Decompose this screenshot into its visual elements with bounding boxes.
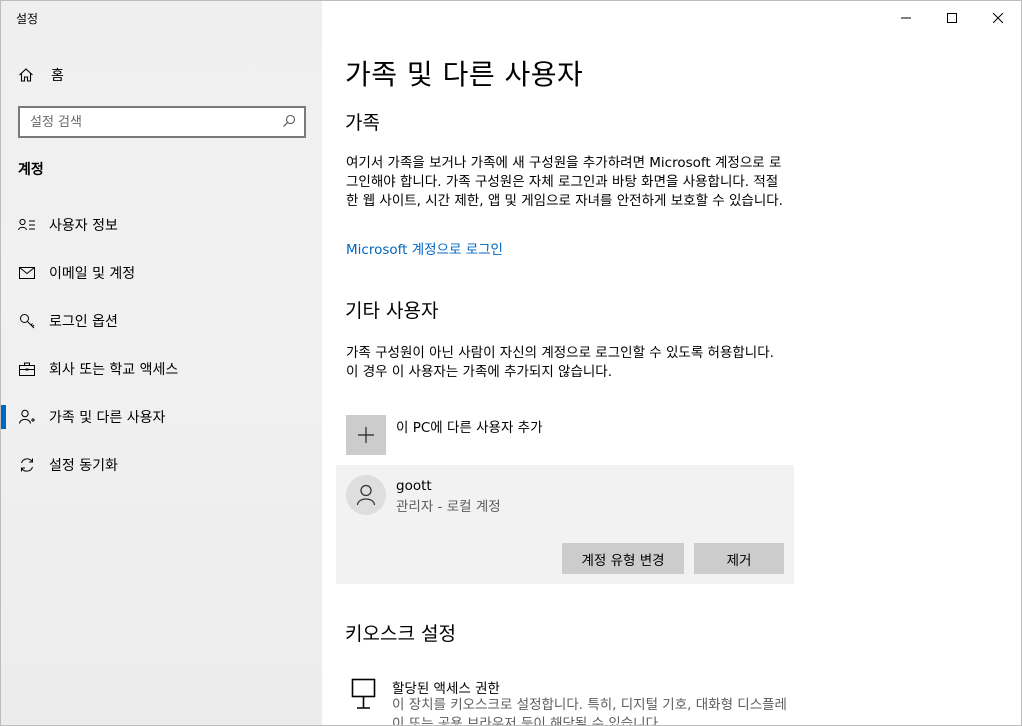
page-title: 가족 및 다른 사용자	[345, 58, 584, 91]
window-controls	[883, 1, 1021, 35]
search-box[interactable]	[18, 106, 306, 138]
search-input[interactable]	[30, 114, 282, 130]
sidebar-item-label: 이메일 및 계정	[49, 266, 136, 282]
sidebar-item-work-access[interactable]: 회사 또는 학교 액세스	[1, 345, 322, 393]
assigned-access-title: 할당된 액세스 권한	[392, 681, 500, 697]
user-avatar-icon	[356, 484, 376, 506]
maximize-button[interactable]	[929, 1, 975, 35]
other-users-description: 가족 구성원이 아닌 사람이 자신의 계정으로 로그인할 수 있도록 허용합니다…	[346, 345, 774, 380]
sidebar-item-label: 로그인 옵션	[49, 314, 118, 330]
sidebar-item-user-info[interactable]: 사용자 정보	[1, 201, 322, 249]
user-role: 관리자 - 로컬 계정	[396, 499, 501, 515]
microsoft-signin-link[interactable]: Microsoft 계정으로 로그인	[346, 238, 503, 258]
key-icon	[18, 312, 36, 330]
app-title: 설정	[16, 12, 39, 26]
settings-window: 설정 홈 계정 사용자 정보	[0, 0, 1022, 726]
user-card[interactable]: goott 관리자 - 로컬 계정 계정 유형 변경 제거	[336, 465, 794, 584]
sidebar-item-family-other-users[interactable]: 가족 및 다른 사용자	[1, 393, 322, 441]
home-label: 홈	[51, 68, 64, 84]
close-button[interactable]	[975, 1, 1021, 35]
sidebar: 설정 홈 계정 사용자 정보	[1, 1, 322, 725]
sidebar-item-label: 설정 동기화	[49, 458, 118, 474]
search-icon[interactable]	[282, 113, 296, 132]
user-info-icon	[18, 216, 36, 234]
change-account-type-button[interactable]: 계정 유형 변경	[562, 543, 684, 574]
family-description: 여기서 가족을 보거나 가족에 새 구성원을 추가하려면 Microsoft 계…	[346, 155, 783, 209]
user-name: goott	[396, 478, 432, 494]
add-icon[interactable]	[346, 415, 386, 455]
assigned-access-description: 이 장치를 키오스크로 설정합니다. 특히, 디지털 기호, 대화형 디스플레이…	[392, 697, 787, 726]
sidebar-nav: 사용자 정보 이메일 및 계정 로그인 옵션 회사 또는 학교 액세스 가족 및…	[1, 201, 322, 489]
sidebar-item-signin-options[interactable]: 로그인 옵션	[1, 297, 322, 345]
sidebar-item-label: 사용자 정보	[49, 218, 118, 234]
close-icon	[993, 13, 1003, 23]
sidebar-item-email[interactable]: 이메일 및 계정	[1, 249, 322, 297]
sidebar-item-label: 가족 및 다른 사용자	[49, 410, 166, 426]
briefcase-icon	[18, 360, 36, 378]
minimize-button[interactable]	[883, 1, 929, 35]
sidebar-item-sync-settings[interactable]: 설정 동기화	[1, 441, 322, 489]
section-label: 계정	[18, 162, 44, 178]
kiosk-icon	[350, 677, 378, 711]
sidebar-item-label: 회사 또는 학교 액세스	[49, 362, 179, 378]
avatar	[346, 475, 386, 515]
mail-icon	[18, 264, 36, 282]
remove-user-button[interactable]: 제거	[694, 543, 784, 574]
home-icon	[18, 66, 36, 84]
kiosk-heading: 키오스크 설정	[345, 623, 456, 645]
family-heading: 가족	[345, 112, 380, 134]
add-user-label: 이 PC에 다른 사용자 추가	[396, 420, 543, 436]
main-content: 가족 및 다른 사용자 가족 여기서 가족을 보거나 가족에 새 구성원을 추가…	[322, 1, 1021, 726]
home-link[interactable]: 홈	[18, 63, 64, 87]
maximize-icon	[947, 13, 957, 23]
add-user-button[interactable]: 이 PC에 다른 사용자 추가	[346, 415, 543, 455]
minimize-icon	[901, 17, 911, 19]
person-add-icon	[18, 408, 36, 426]
other-users-heading: 기타 사용자	[345, 300, 439, 322]
sync-icon	[18, 456, 36, 474]
